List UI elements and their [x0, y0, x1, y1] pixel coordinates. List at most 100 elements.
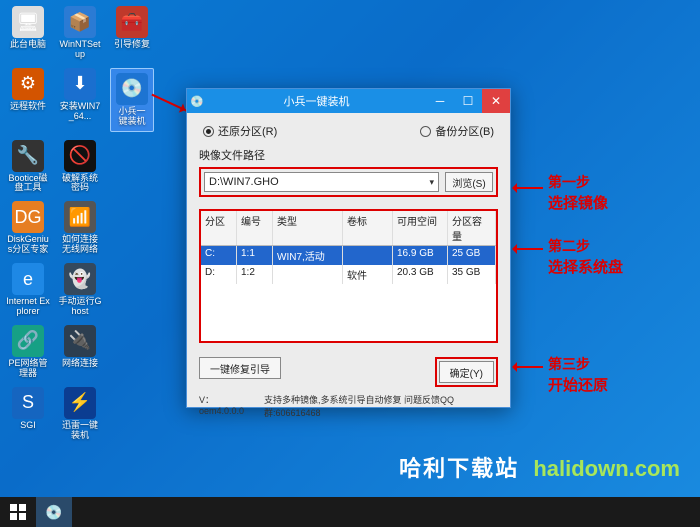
desktop-icon[interactable]: 📦WinNTSetup	[58, 6, 102, 60]
icon-label: 安装WIN7_64...	[58, 102, 102, 122]
step2-action: 选择系统盘	[548, 256, 623, 277]
window-controls: ─ ☐ ✕	[426, 89, 510, 113]
icon-label: DiskGenius分区专家	[6, 235, 50, 255]
annot-step2: 第二步 选择系统盘	[548, 236, 623, 277]
radio-dot-icon	[420, 126, 431, 137]
app-glyph-icon: 🖥	[12, 6, 44, 38]
desktop-icon[interactable]: 📶如何连接无线网络	[58, 201, 102, 255]
desktop-icon[interactable]: ⚙远程软件	[6, 68, 50, 132]
grid-header: 分区 编号 类型 卷标 可用空间 分区容量	[201, 211, 496, 246]
icon-label: PE网络管理器	[6, 359, 50, 379]
maximize-button[interactable]: ☐	[454, 89, 482, 113]
image-path-row: D:\WIN7.GHO ▾ 浏览(S)	[199, 167, 498, 197]
app-glyph-icon: DG	[12, 201, 44, 233]
app-glyph-icon: 🔗	[12, 325, 44, 357]
hdr-index: 编号	[237, 211, 273, 245]
grid-rows: C:1:1WIN7,活动16.9 GB25 GBD:1:2软件20.3 GB35…	[201, 246, 496, 341]
step3-action: 开始还原	[548, 374, 608, 395]
arrow-step3	[515, 366, 543, 368]
desktop-icon[interactable]: 🚫破解系统密码	[58, 140, 102, 194]
backup-label: 备份分区(B)	[435, 123, 494, 139]
desktop-icon[interactable]: 👻手动运行Ghost	[58, 263, 102, 317]
restore-radio[interactable]: 还原分区(R)	[203, 123, 277, 139]
icon-label: WinNTSetup	[58, 40, 102, 60]
desktop-icon[interactable]: eInternet Explorer	[6, 263, 50, 317]
titlebar[interactable]: 💿 小兵一键装机 ─ ☐ ✕	[187, 89, 510, 113]
desktop-icon[interactable]: 💿小兵一键装机	[110, 68, 154, 132]
icon-label: 引导修复	[114, 40, 150, 50]
cell: 软件	[343, 265, 393, 284]
minimize-button[interactable]: ─	[426, 89, 454, 113]
mode-radios: 还原分区(R) 备份分区(B)	[199, 123, 498, 147]
cell	[343, 246, 393, 265]
icon-label: 远程软件	[10, 102, 46, 112]
taskbar-app-button[interactable]: 💿	[36, 497, 72, 527]
app-glyph-icon: 🚫	[64, 140, 96, 172]
app-glyph-icon: 📶	[64, 201, 96, 233]
cell: C:	[201, 246, 237, 265]
hdr-partition: 分区	[201, 211, 237, 245]
radio-dot-icon	[203, 126, 214, 137]
cell: 20.3 GB	[393, 265, 448, 284]
annot-step3: 第三步 开始还原	[548, 354, 608, 395]
desktop-icon[interactable]: ⚡迅雷一键装机	[58, 387, 102, 441]
hdr-size: 分区容量	[448, 211, 496, 245]
icon-label: Bootice磁盘工具	[6, 174, 50, 194]
hdr-free: 可用空间	[393, 211, 448, 245]
icon-label: Internet Explorer	[6, 297, 50, 317]
partition-grid: 分区 编号 类型 卷标 可用空间 分区容量 C:1:1WIN7,活动16.9 G…	[199, 209, 498, 343]
desktop-icon[interactable]: 🔌网络连接	[58, 325, 102, 379]
bottom-buttons: 一键修复引导 确定(Y)	[199, 357, 498, 387]
desktop-icon[interactable]: DGDiskGenius分区专家	[6, 201, 50, 255]
hdr-type: 类型	[273, 211, 343, 245]
app-glyph-icon: 📦	[64, 6, 96, 38]
desktop-icon[interactable]: SSGI	[6, 387, 50, 441]
table-row[interactable]: C:1:1WIN7,活动16.9 GB25 GB	[201, 246, 496, 265]
step2-title: 第二步	[548, 236, 623, 256]
app-glyph-icon: 💿	[116, 73, 148, 105]
status-bar: V：oem4.0.0.0 支持多种镜像,多系统引导自动修复 问题反馈QQ群:60…	[199, 393, 498, 419]
start-button[interactable]	[0, 497, 36, 527]
repair-boot-button[interactable]: 一键修复引导	[199, 357, 281, 379]
cell: 35 GB	[448, 265, 496, 284]
image-path-label: 映像文件路径	[199, 147, 498, 163]
app-icon: 💿	[187, 95, 207, 108]
icon-label: 此台电脑	[10, 40, 46, 50]
app-glyph-icon: 🔧	[12, 140, 44, 172]
desktop-icon[interactable]: ⬇安装WIN7_64...	[58, 68, 102, 132]
cell	[273, 265, 343, 284]
desktop-icon[interactable]: 🔗PE网络管理器	[6, 325, 50, 379]
hdr-label: 卷标	[343, 211, 393, 245]
icon-label: 迅雷一键装机	[58, 421, 102, 441]
dropdown-icon[interactable]: ▾	[429, 177, 434, 188]
annot-step1: 第一步 选择镜像	[548, 172, 608, 213]
image-path-input[interactable]: D:\WIN7.GHO ▾	[204, 172, 439, 192]
watermark-cn: 哈利下载站	[399, 456, 519, 481]
watermark-en: halidown.com	[533, 456, 680, 481]
cell: 1:1	[237, 246, 273, 265]
desktop-icon[interactable]: 🖥 此台电脑	[6, 6, 50, 60]
desktop-icons: 🖥此台电脑📦WinNTSetup🧰引导修复⚙远程软件⬇安装WIN7_64...💿…	[6, 6, 154, 440]
arrow-step2	[515, 248, 543, 250]
step3-title: 第三步	[548, 354, 608, 374]
desktop: 🖥此台电脑📦WinNTSetup🧰引导修复⚙远程软件⬇安装WIN7_64...💿…	[0, 0, 700, 527]
app-glyph-icon: e	[12, 263, 44, 295]
arrow-step1	[515, 187, 543, 189]
image-path-value: D:\WIN7.GHO	[209, 176, 279, 188]
close-button[interactable]: ✕	[482, 89, 510, 113]
desktop-icon[interactable]: 🔧Bootice磁盘工具	[6, 140, 50, 194]
cell: D:	[201, 265, 237, 284]
icon-label: SGI	[20, 421, 36, 431]
ok-highlight: 确定(Y)	[435, 357, 498, 387]
icon-label: 小兵一键装机	[115, 107, 149, 127]
step1-title: 第一步	[548, 172, 608, 192]
windows-icon	[10, 504, 26, 520]
taskbar[interactable]: 💿	[0, 497, 700, 527]
table-row[interactable]: D:1:2软件20.3 GB35 GB	[201, 265, 496, 284]
backup-radio[interactable]: 备份分区(B)	[420, 123, 494, 139]
ok-button[interactable]: 确定(Y)	[439, 361, 494, 383]
browse-button[interactable]: 浏览(S)	[445, 172, 493, 192]
window-title: 小兵一键装机	[207, 93, 426, 109]
desktop-icon[interactable]: 🧰 引导修复	[110, 6, 154, 60]
app-glyph-icon: 🧰	[116, 6, 148, 38]
